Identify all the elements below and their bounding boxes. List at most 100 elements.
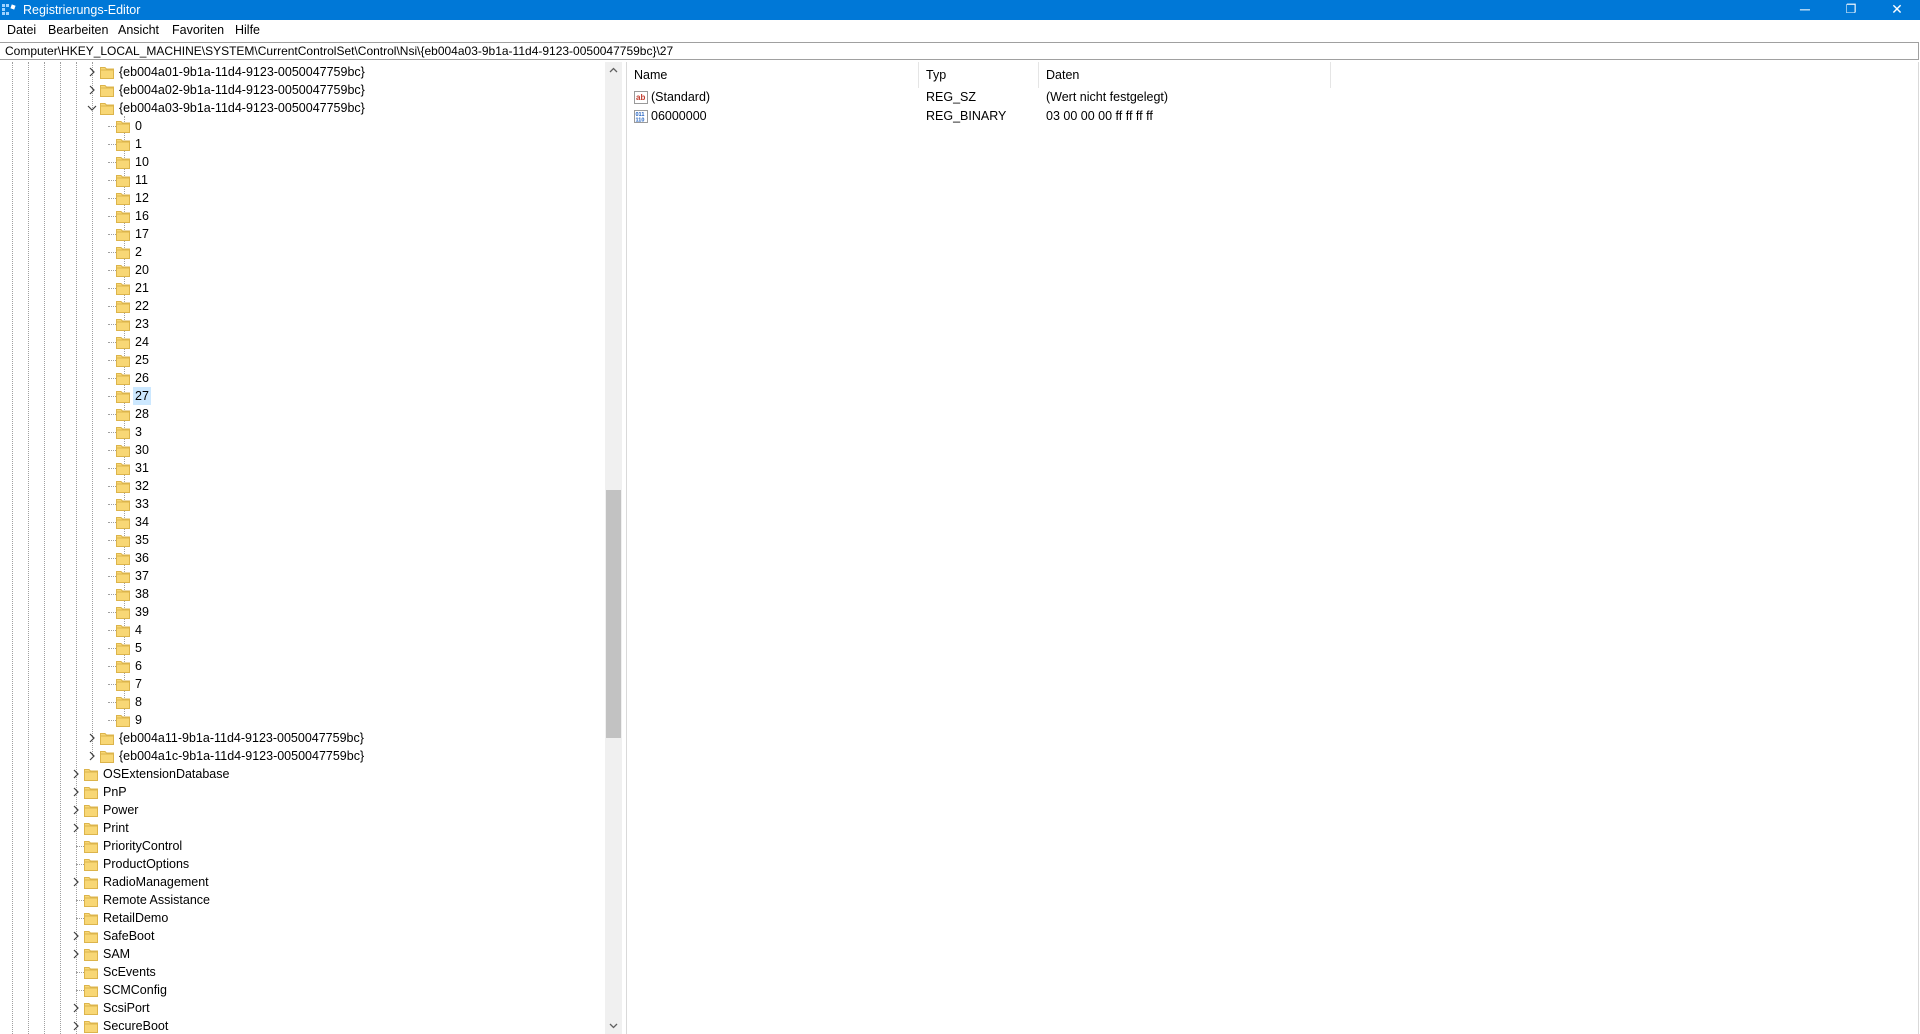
tree-node[interactable]: SafeBoot (0, 927, 600, 945)
tree-node[interactable]: 11 (0, 171, 600, 189)
scrollbar-thumb[interactable] (606, 490, 621, 738)
tree-node[interactable]: 30 (0, 441, 600, 459)
tree-node[interactable]: RetailDemo (0, 909, 600, 927)
tree-connector (108, 324, 116, 325)
tree-node-label: 5 (135, 641, 142, 655)
menu-datei[interactable]: Datei (7, 23, 36, 37)
column-header-name[interactable]: Name (627, 62, 919, 88)
tree-node[interactable]: 8 (0, 693, 600, 711)
tree-node[interactable]: Power (0, 801, 600, 819)
tree-node[interactable]: 25 (0, 351, 600, 369)
tree-node[interactable]: 34 (0, 513, 600, 531)
folder-icon (116, 121, 130, 133)
expand-chevron-icon[interactable] (70, 819, 82, 837)
tree-connector (76, 918, 84, 919)
tree-node[interactable]: 32 (0, 477, 600, 495)
tree-node[interactable]: 23 (0, 315, 600, 333)
tree-node[interactable]: 3 (0, 423, 600, 441)
tree-node[interactable]: 28 (0, 405, 600, 423)
minimize-button[interactable]: ─ (1782, 0, 1828, 20)
expand-chevron-icon[interactable] (70, 927, 82, 945)
tree-node[interactable]: 12 (0, 189, 600, 207)
tree-node[interactable]: 6 (0, 657, 600, 675)
tree-node[interactable]: 31 (0, 459, 600, 477)
value-row[interactable]: 011 110 06000000 REG_BINARY 03 00 00 00 … (627, 107, 1918, 126)
tree-node-label: 32 (135, 479, 149, 493)
scroll-down-icon[interactable] (605, 1017, 622, 1034)
tree-node[interactable]: 38 (0, 585, 600, 603)
expand-chevron-icon[interactable] (70, 873, 82, 891)
tree-node[interactable]: SAM (0, 945, 600, 963)
tree-node[interactable]: 22 (0, 297, 600, 315)
expand-chevron-icon[interactable] (70, 1017, 82, 1034)
tree-node[interactable]: {eb004a02-9b1a-11d4-9123-0050047759bc} (0, 81, 600, 99)
close-button[interactable]: ✕ (1874, 0, 1920, 20)
expand-chevron-icon[interactable] (86, 729, 98, 747)
tree-node[interactable]: 5 (0, 639, 600, 657)
tree-connector (108, 198, 116, 199)
menu-hilfe[interactable]: Hilfe (235, 23, 260, 37)
tree-node[interactable]: 17 (0, 225, 600, 243)
tree-node[interactable]: SecureBoot (0, 1017, 600, 1034)
tree-node[interactable]: 24 (0, 333, 600, 351)
menu-favoriten[interactable]: Favoriten (172, 23, 224, 37)
menu-ansicht[interactable]: Ansicht (118, 23, 159, 37)
tree-node[interactable]: SCMConfig (0, 981, 600, 999)
scroll-up-icon[interactable] (605, 62, 622, 79)
expand-chevron-icon[interactable] (86, 63, 98, 81)
tree-node-label: RetailDemo (103, 911, 169, 925)
tree-node[interactable]: 10 (0, 153, 600, 171)
tree-connector (108, 126, 116, 127)
expand-chevron-icon[interactable] (70, 999, 82, 1017)
tree-node[interactable]: ScsiPort (0, 999, 600, 1017)
column-header-data[interactable]: Daten (1039, 62, 1331, 88)
tree-node[interactable]: 9 (0, 711, 600, 729)
expand-chevron-icon[interactable] (86, 747, 98, 765)
expand-chevron-icon[interactable] (86, 81, 98, 99)
tree-node[interactable]: {eb004a11-9b1a-11d4-9123-0050047759bc} (0, 729, 600, 747)
tree-node[interactable]: 39 (0, 603, 600, 621)
tree-node[interactable]: {eb004a1c-9b1a-11d4-9123-0050047759bc} (0, 747, 600, 765)
column-header-type[interactable]: Typ (919, 62, 1039, 88)
tree-node[interactable]: Print (0, 819, 600, 837)
tree-node[interactable]: PnP (0, 783, 600, 801)
tree-node[interactable]: 4 (0, 621, 600, 639)
expand-chevron-icon[interactable] (70, 945, 82, 963)
tree-scrollbar[interactable] (605, 62, 622, 1034)
tree-node[interactable]: PriorityControl (0, 837, 600, 855)
expand-chevron-icon[interactable] (70, 765, 82, 783)
tree-node[interactable]: 26 (0, 369, 600, 387)
tree-node[interactable]: OSExtensionDatabase (0, 765, 600, 783)
tree-node[interactable]: 21 (0, 279, 600, 297)
tree-connector (76, 900, 84, 901)
tree-node[interactable]: {eb004a01-9b1a-11d4-9123-0050047759bc} (0, 63, 600, 81)
tree-node[interactable]: 36 (0, 549, 600, 567)
restore-button[interactable]: ❐ (1828, 0, 1874, 20)
tree-connector (108, 234, 116, 235)
value-row[interactable]: ab (Standard) REG_SZ (Wert nicht festgel… (627, 88, 1918, 107)
tree-node[interactable]: 37 (0, 567, 600, 585)
expand-chevron-icon[interactable] (70, 801, 82, 819)
tree-node[interactable]: ScEvents (0, 963, 600, 981)
tree-connector (108, 612, 116, 613)
tree-node[interactable]: 16 (0, 207, 600, 225)
tree-node[interactable]: ProductOptions (0, 855, 600, 873)
tree-node-label: Remote Assistance (103, 893, 210, 907)
tree-node[interactable]: 2 (0, 243, 600, 261)
tree-node[interactable]: 20 (0, 261, 600, 279)
tree-node[interactable]: Remote Assistance (0, 891, 600, 909)
expand-chevron-icon[interactable] (70, 783, 82, 801)
collapse-chevron-icon[interactable] (86, 99, 98, 117)
tree-node[interactable]: RadioManagement (0, 873, 600, 891)
menu-bearbeiten[interactable]: Bearbeiten (48, 23, 108, 37)
tree-node[interactable]: 35 (0, 531, 600, 549)
address-input[interactable] (5, 43, 1905, 59)
tree-node[interactable]: 0 (0, 117, 600, 135)
tree-node[interactable]: 1 (0, 135, 600, 153)
tree-node[interactable]: {eb004a03-9b1a-11d4-9123-0050047759bc} (0, 99, 600, 117)
tree-node[interactable]: 27 (0, 387, 600, 405)
tree-node[interactable]: 33 (0, 495, 600, 513)
tree-node[interactable]: 7 (0, 675, 600, 693)
tree-node-label: 28 (135, 407, 149, 421)
tree-connector (108, 252, 116, 253)
